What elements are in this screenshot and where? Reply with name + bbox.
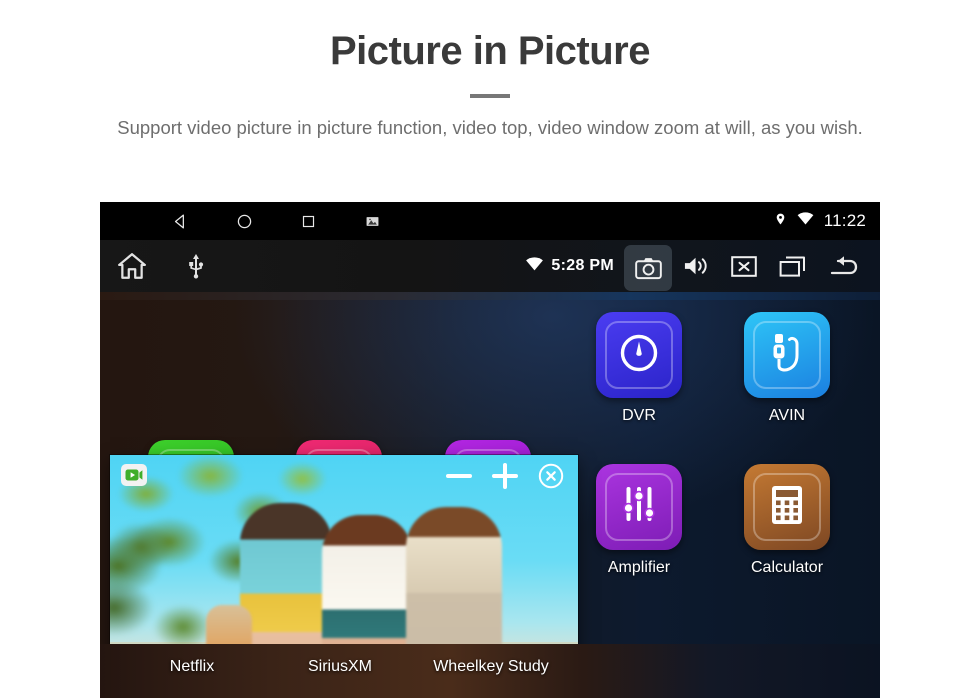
close-box-icon[interactable] [720,240,768,292]
status-nav-group [148,202,404,240]
location-pin-icon [774,211,787,232]
toolbar-clock: 5:28 PM [551,257,614,274]
status-clock: 11:22 [823,211,866,230]
toolbar-usb-icon[interactable] [164,240,228,292]
close-circle-icon [538,463,564,489]
app-calculator[interactable]: Calculator [743,464,831,577]
app-label-amplifier: Amplifier [607,559,671,576]
title-divider [470,94,510,98]
page-subtitle: Support video picture in picture functio… [117,117,863,138]
app-label-strip: Netflix SiriusXM Wheelkey Study [100,644,880,698]
rca-plug-icon [766,330,808,381]
app-label-avin: AVIN [768,407,806,424]
toolbar-home-button[interactable] [100,240,164,292]
camera-icon[interactable] [624,244,672,291]
app-label-calculator: Calculator [750,559,824,576]
launcher-desktop: DVR AVIN Amplifier Calculator Netflix Si… [100,292,880,698]
status-home-button[interactable] [212,202,276,240]
app-dvr[interactable]: DVR [595,312,683,425]
pip-close-button[interactable] [534,459,568,493]
android-status-bar: 11:22 [100,202,880,240]
status-right-group: 11:22 [774,202,866,240]
speedometer-icon [616,330,662,381]
app-avin[interactable]: AVIN [743,312,831,425]
toolbar-wifi-icon [524,256,545,277]
multitask-icon[interactable] [768,240,816,292]
wifi-icon [796,211,815,231]
app-label-dvr: DVR [622,407,656,424]
minus-icon [446,474,472,478]
device-screen: 11:22 5:28 PM DVR AVIN Amplifier Calcula… [100,202,880,698]
promo-header: Picture in Picture Support video picture… [0,0,980,142]
equalizer-icon [618,483,660,532]
app-label-wheelkey-study: Wheelkey Study [433,658,549,675]
video-record-icon[interactable] [121,464,147,486]
status-recents-button[interactable] [276,202,340,240]
desktop-top-strip [100,292,880,300]
status-back-button[interactable] [148,202,212,240]
app-amplifier[interactable]: Amplifier [595,464,683,577]
app-label-netflix: Netflix [169,658,215,675]
page-title: Picture in Picture [330,29,650,73]
app-toolbar: 5:28 PM [100,240,880,292]
pip-zoom-in-button[interactable] [488,459,522,493]
status-screenshot-button[interactable] [340,202,404,240]
pip-zoom-out-button[interactable] [442,459,476,493]
back-arrow-icon[interactable] [816,240,874,292]
plus-icon [492,463,518,489]
pip-window-controls [442,459,568,493]
calculator-icon [766,482,808,533]
app-label-siriusxm: SiriusXM [307,658,372,675]
toolbar-right-group: 5:28 PM [524,240,874,292]
pip-topbar [110,455,578,497]
volume-icon[interactable] [672,240,720,292]
toolbar-left-group [100,240,228,292]
